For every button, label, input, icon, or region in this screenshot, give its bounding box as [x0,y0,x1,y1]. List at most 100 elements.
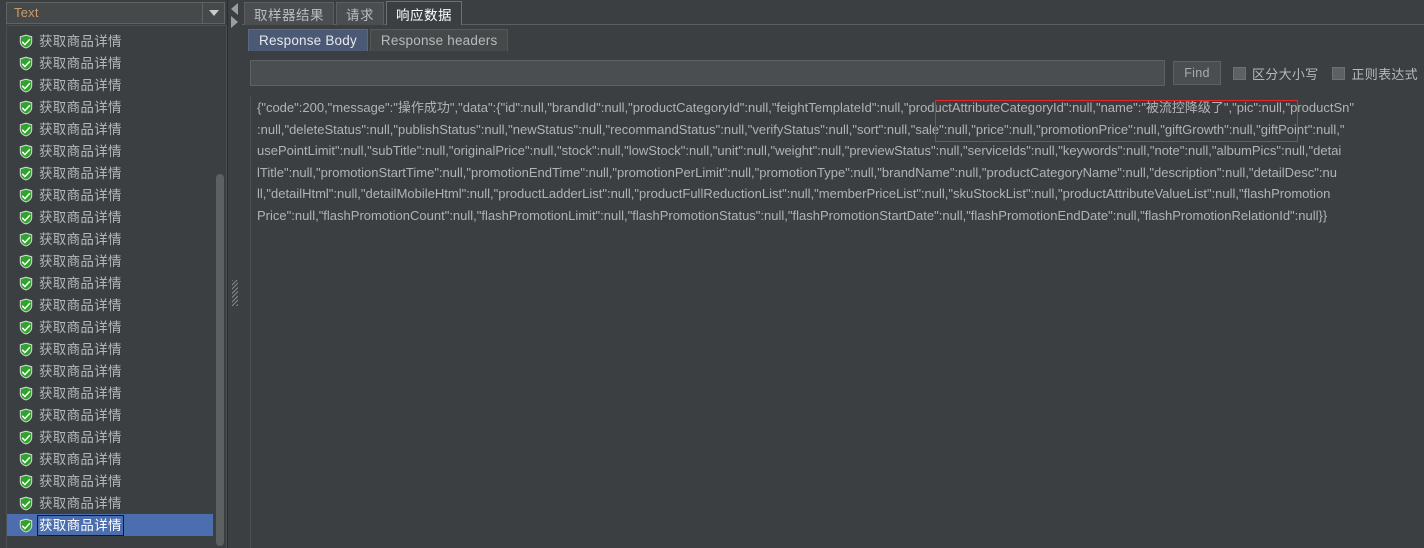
case-sensitive-checkbox-group[interactable]: 区分大小写 [1232,64,1319,83]
triangle-left-icon[interactable] [231,3,238,15]
sampler-list-item[interactable]: 获取商品详情 [7,338,213,360]
sampler-list-item-label: 获取商品详情 [39,319,122,335]
shield-check-icon [19,34,33,49]
sampler-list-item[interactable]: 获取商品详情 [7,382,213,404]
sampler-list[interactable]: 获取商品详情 获取商品详情 获取商品详情 获取商品详情 获取商品详情 获取商品详情 获取商品… [7,26,213,548]
response-body-line: lTitle":null,"promotionStartTime":null,"… [257,164,1337,180]
response-body-line: {"code":200,"message":"操作成功","data":{"id… [257,100,1354,115]
response-body-line: Price":null,"flashPromotionCount":null,"… [257,207,1328,223]
shield-check-icon [19,298,33,313]
result-tab[interactable]: 取样器结果 [244,2,334,25]
sampler-list-item-label: 获取商品详情 [39,165,122,181]
render-format-select[interactable]: Text [6,2,225,24]
sampler-list-item-label: 获取商品详情 [39,363,122,379]
panel-splitter[interactable] [228,0,242,548]
sampler-list-item-label: 获取商品详情 [39,99,122,115]
shield-check-icon [19,210,33,225]
regex-label: 正则表达式 [1351,66,1418,82]
response-subtabs[interactable]: Response Body Response headers [242,27,1424,51]
sampler-list-item-label: 获取商品详情 [39,429,122,445]
find-toolbar: Find 区分大小写 正则表达式 [250,57,1418,89]
shield-check-icon [19,342,33,357]
sampler-list-scrollbar-thumb[interactable] [216,174,224,546]
splitter-collapse-controls[interactable] [229,2,241,30]
jmeter-view-results-tree: Text 获取商品详情 获取商品详情 获取商品详情 获取商品详情 获取商品详情 获取商品详… [0,0,1424,548]
shield-check-icon [19,122,33,137]
sampler-list-item-label: 获取商品详情 [39,187,122,203]
results-tree-panel: Text 获取商品详情 获取商品详情 获取商品详情 获取商品详情 获取商品详情 获取商品详… [0,0,228,548]
sampler-list-item[interactable]: 获取商品详情 [7,294,213,316]
shield-check-icon [19,144,33,159]
shield-check-icon [19,100,33,115]
shield-check-icon [19,408,33,423]
sampler-list-item[interactable]: 获取商品详情 [7,52,213,74]
shield-check-icon [19,496,33,511]
sampler-list-item-label: 获取商品详情 [39,341,122,357]
sampler-list-item[interactable]: 获取商品详情 [7,206,213,228]
sampler-list-item-label: 获取商品详情 [37,514,124,536]
shield-check-icon [19,452,33,467]
case-sensitive-label: 区分大小写 [1251,66,1319,82]
sampler-list-item-label: 获取商品详情 [39,275,122,291]
response-subtab[interactable]: Response headers [369,29,509,51]
shield-check-icon [19,254,33,269]
splitter-grip-icon[interactable] [232,280,238,306]
sampler-list-item-label: 获取商品详情 [39,495,122,511]
shield-check-icon [19,518,33,533]
response-body-text[interactable]: {"code":200,"message":"操作成功","data":{"id… [251,95,1422,226]
shield-check-icon [19,56,33,71]
render-format-value: Text [14,5,39,20]
response-body-area[interactable]: {"code":200,"message":"操作成功","data":{"id… [250,95,1422,548]
chevron-down-icon[interactable] [202,3,224,23]
sampler-list-item[interactable]: 获取商品详情 [7,272,213,294]
shield-check-icon [19,320,33,335]
sampler-list-item[interactable]: 获取商品详情 [7,250,213,272]
find-input[interactable] [250,60,1165,86]
sampler-list-item-label: 获取商品详情 [39,121,122,137]
triangle-right-icon[interactable] [231,16,238,28]
find-button[interactable]: Find [1172,61,1221,85]
sampler-list-item-label: 获取商品详情 [39,253,122,269]
shield-check-icon [19,188,33,203]
sampler-list-item[interactable]: 获取商品详情 [7,118,213,140]
response-subtab[interactable]: Response Body [248,29,368,51]
sampler-list-item-label: 获取商品详情 [39,231,122,247]
sampler-list-item[interactable]: 获取商品详情 [7,162,213,184]
response-panel: 取样器结果 请求 响应数据 Response Body Response header… [242,0,1424,548]
result-tab[interactable]: 响应数据 [386,1,462,26]
sampler-list-item[interactable]: 获取商品详情 [7,316,213,338]
sampler-list-item[interactable]: 获取商品详情 [7,140,213,162]
sampler-list-item[interactable]: 获取商品详情 [7,184,213,206]
sampler-list-item[interactable]: 获取商品详情 [7,514,213,536]
sampler-list-item[interactable]: 获取商品详情 [7,96,213,118]
sampler-list-item[interactable]: 获取商品详情 [7,426,213,448]
shield-check-icon [19,166,33,181]
result-tab[interactable]: 请求 [336,2,384,25]
response-body-line: ll,"detailHtml":null,"detailMobileHtml":… [257,186,1331,201]
sampler-list-item[interactable]: 获取商品详情 [7,228,213,250]
shield-check-icon [19,386,33,401]
sampler-list-item-label: 获取商品详情 [39,407,122,423]
sampler-list-item[interactable]: 获取商品详情 [7,404,213,426]
shield-check-icon [19,78,33,93]
sampler-list-item[interactable]: 获取商品详情 [7,448,213,470]
sampler-list-item[interactable]: 获取商品详情 [7,74,213,96]
sampler-list-item-label: 获取商品详情 [39,385,122,401]
sampler-list-container: 获取商品详情 获取商品详情 获取商品详情 获取商品详情 获取商品详情 获取商品详情 获取商品… [6,25,227,548]
regex-checkbox[interactable] [1332,66,1346,80]
sampler-list-item-label: 获取商品详情 [39,209,122,225]
shield-check-icon [19,232,33,247]
result-tabs[interactable]: 取样器结果 请求 响应数据 [242,0,1424,26]
case-sensitive-checkbox[interactable] [1232,66,1246,80]
sampler-list-item-label: 获取商品详情 [39,143,122,159]
sampler-list-item-label: 获取商品详情 [39,451,122,467]
sampler-list-item[interactable]: 获取商品详情 [7,30,213,52]
sampler-list-scrollbar[interactable] [213,26,226,548]
shield-check-icon [19,364,33,379]
regex-checkbox-group[interactable]: 正则表达式 [1332,64,1418,83]
response-body-line: usePointLimit":null,"subTitle":null,"ori… [257,143,1342,158]
sampler-list-item[interactable]: 获取商品详情 [7,492,213,514]
sampler-list-item-label: 获取商品详情 [39,473,122,489]
sampler-list-item[interactable]: 获取商品详情 [7,470,213,492]
sampler-list-item[interactable]: 获取商品详情 [7,360,213,382]
